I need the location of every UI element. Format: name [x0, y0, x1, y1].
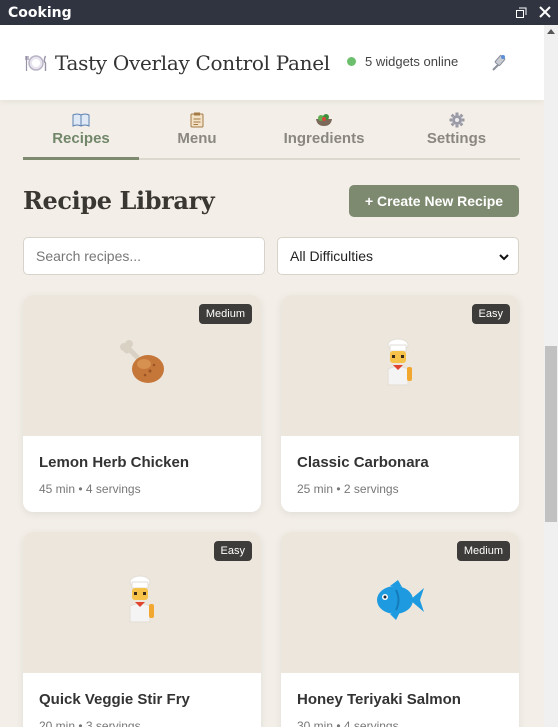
- tab-label: Ingredients: [283, 130, 365, 147]
- plate-icon: [25, 52, 47, 74]
- difficulty-select[interactable]: All Difficulties: [277, 237, 519, 275]
- window-controls: [514, 3, 552, 21]
- recipe-image: Easy: [23, 532, 261, 673]
- tab-recipes[interactable]: Recipes: [23, 108, 139, 160]
- pin-icon[interactable]: [488, 53, 508, 73]
- window-titlebar: Cooking: [0, 0, 558, 25]
- section-title: Recipe Library: [23, 186, 215, 215]
- tab-menu[interactable]: Menu: [139, 108, 255, 158]
- book-icon: [23, 110, 139, 130]
- create-recipe-button[interactable]: + Create New Recipe: [349, 185, 519, 217]
- app-title: Tasty Overlay Control Panel: [55, 50, 330, 75]
- close-icon[interactable]: [538, 3, 552, 21]
- tab-label: Menu: [177, 130, 217, 147]
- online-dot: [347, 57, 356, 66]
- recipe-image: Medium: [281, 532, 519, 673]
- recipe-image: Medium: [23, 295, 261, 436]
- difficulty-value: All Difficulties: [290, 248, 373, 264]
- recipe-card-lemon-herb-chicken[interactable]: Medium Lemon Herb Chicken 45 min • 4 ser…: [23, 295, 261, 512]
- difficulty-badge: Medium: [198, 304, 252, 324]
- recipe-meta: 25 min • 2 servings: [297, 482, 399, 496]
- recipe-meta: 45 min • 4 servings: [39, 482, 141, 496]
- status-indicator: 5 widgets online: [347, 54, 458, 69]
- main-tabs: Recipes Menu Ingredients Settings: [23, 108, 520, 160]
- vertical-scrollbar[interactable]: [544, 25, 558, 727]
- salad-icon: [255, 110, 393, 130]
- status-text: 5 widgets online: [365, 54, 459, 69]
- search-input[interactable]: [23, 237, 265, 275]
- recipe-name: Classic Carbonara: [297, 454, 429, 471]
- difficulty-badge: Medium: [456, 541, 510, 561]
- recipe-card-classic-carbonara[interactable]: Easy Classic Carbonara 25 min • 2 servin…: [281, 295, 519, 512]
- chevron-down-icon: [498, 250, 510, 266]
- scroll-up-icon[interactable]: [547, 29, 555, 34]
- tab-label: Settings: [426, 130, 487, 147]
- drumstick-icon: [116, 338, 168, 393]
- recipe-name: Honey Teriyaki Salmon: [297, 691, 461, 708]
- recipe-meta: 30 min • 4 servings: [297, 719, 399, 727]
- window-title: Cooking: [8, 4, 72, 21]
- recipe-card-honey-teriyaki-salmon[interactable]: Medium Honey Teriyaki Salmon 30 min • 4 …: [281, 532, 519, 727]
- recipe-name: Lemon Herb Chicken: [39, 454, 190, 471]
- recipe-card-quick-veggie-stir-fry[interactable]: Easy Quick Veggie Stir Fry 20 min • 3 se…: [23, 532, 261, 727]
- recipe-name: Quick Veggie Stir Fry: [39, 691, 190, 708]
- restore-icon[interactable]: [514, 3, 528, 21]
- chef-icon: [122, 574, 162, 631]
- gear-icon: [393, 110, 520, 130]
- app-header: Tasty Overlay Control Panel 5 widgets on…: [0, 25, 544, 100]
- recipe-image: Easy: [281, 295, 519, 436]
- scroll-thumb[interactable]: [545, 346, 557, 522]
- chef-icon: [380, 337, 420, 394]
- clipboard-icon: [139, 110, 255, 130]
- recipe-meta: 20 min • 3 servings: [39, 719, 141, 727]
- tab-settings[interactable]: Settings: [393, 108, 520, 158]
- tab-ingredients[interactable]: Ingredients: [255, 108, 393, 158]
- fish-icon: [374, 578, 426, 627]
- difficulty-badge: Easy: [471, 304, 510, 324]
- difficulty-badge: Easy: [213, 541, 252, 561]
- tab-label: Recipes: [52, 130, 110, 147]
